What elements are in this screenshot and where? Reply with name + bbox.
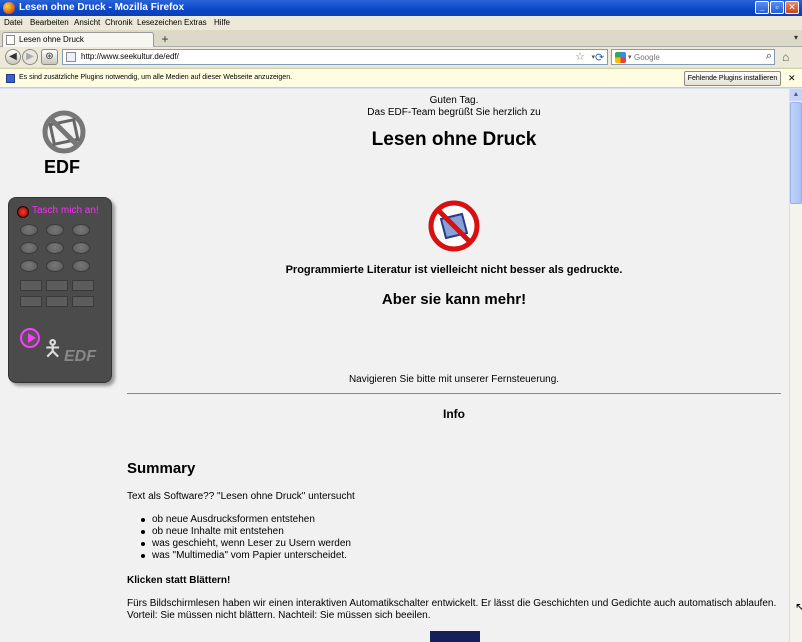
menu-bar: Datei Bearbeiten Ansicht Chronik Lesezei… xyxy=(0,16,802,30)
play-button[interactable] xyxy=(20,328,40,348)
greeting: Guten Tag. xyxy=(429,95,479,106)
divider xyxy=(127,393,781,394)
list-item: ob neue Inhalte mit entstehen xyxy=(140,526,351,538)
tab-label: Lesen ohne Druck xyxy=(19,35,84,44)
scroll-up-icon[interactable]: ▲ xyxy=(790,89,802,101)
menu-extras[interactable]: Extras xyxy=(184,18,207,27)
list-item: was "Multimedia" vom Papier unterscheide… xyxy=(140,550,351,562)
plugin-message: Es sind zusätzliche Plugins notwendig, u… xyxy=(19,74,293,81)
page-content: EDF Tasch mich an! 🯅 EDF Guten Tag. Das … xyxy=(0,89,789,642)
google-icon[interactable] xyxy=(615,52,626,63)
remote-square-key[interactable] xyxy=(20,280,42,291)
scroll-thumb[interactable] xyxy=(790,102,802,204)
plugin-notification-bar: Es sind zusätzliche Plugins notwendig, u… xyxy=(0,68,802,95)
close-notification-icon[interactable]: ✕ xyxy=(788,73,796,84)
lead-text: Programmierte Literatur ist vielleicht n… xyxy=(285,264,623,276)
welcome-text: Das EDF-Team begrüßt Sie herzlich zu xyxy=(367,107,541,118)
page-icon xyxy=(6,35,15,45)
back-button[interactable]: ◀ xyxy=(5,49,21,65)
no-print-icon xyxy=(428,200,480,252)
summary-heading: Summary xyxy=(127,460,196,477)
embedded-media[interactable] xyxy=(430,631,480,642)
url-bar[interactable]: http://www.seekultur.de/edf/ ☆ ▾ xyxy=(62,49,608,65)
title-bar: Lesen ohne Druck - Mozilla Firefox _ ▫ ✕ xyxy=(0,0,802,16)
remote-key[interactable] xyxy=(20,224,38,236)
search-input[interactable] xyxy=(634,51,754,63)
summary-intro: Text als Software?? "Lesen ohne Druck" u… xyxy=(127,491,355,502)
remote-key[interactable] xyxy=(46,224,64,236)
subheading: Aber sie kann mehr! xyxy=(381,291,527,308)
reload-icon[interactable]: ⟳ xyxy=(595,51,604,64)
plugin-icon xyxy=(6,74,15,83)
install-plugins-button[interactable]: Fehlende Plugins installieren ... xyxy=(684,71,781,95)
klicken-text-line-1: Fürs Bildschirmlesen haben wir einen int… xyxy=(127,598,777,609)
remote-square-key[interactable] xyxy=(46,296,68,307)
tab-strip: Lesen ohne Druck + ▾ xyxy=(0,30,802,47)
klicken-heading: Klicken statt Blättern! xyxy=(127,575,231,586)
remote-key[interactable] xyxy=(72,242,90,254)
bookmark-star-icon[interactable]: ☆ xyxy=(575,50,585,63)
info-heading: Info xyxy=(443,407,465,421)
menu-datei[interactable]: Datei xyxy=(4,18,23,27)
vertical-scrollbar[interactable]: ▲ xyxy=(789,89,802,642)
new-tab-button[interactable]: + xyxy=(158,33,172,46)
forward-button[interactable]: ▶ xyxy=(22,49,38,65)
list-item: ob neue Ausdrucksformen entstehen xyxy=(140,514,351,526)
power-led xyxy=(17,206,29,218)
klicken-text-line-2: Vorteil: Sie müssen nicht blättern. Nach… xyxy=(127,610,431,621)
menu-chronik[interactable]: Chronik xyxy=(105,18,133,27)
remote-key[interactable] xyxy=(46,242,64,254)
remote-key[interactable] xyxy=(20,260,38,272)
close-window-button[interactable]: ✕ xyxy=(785,1,799,14)
navigation-hint: Navigieren Sie bitte mit unserer Fernste… xyxy=(348,374,560,385)
window-title: Lesen ohne Druck - Mozilla Firefox xyxy=(19,2,185,13)
search-bar[interactable]: ▾ ⌕ xyxy=(611,49,775,65)
remote-key[interactable] xyxy=(20,242,38,254)
remote-square-key[interactable] xyxy=(20,296,42,307)
url-text[interactable]: http://www.seekultur.de/edf/ xyxy=(81,52,179,61)
history-dropdown-icon[interactable]: ⊛ xyxy=(41,49,58,65)
maximize-button[interactable]: ▫ xyxy=(770,1,784,14)
mouse-cursor-icon: ↖ xyxy=(795,600,802,614)
remote-logo: EDF xyxy=(64,348,96,365)
edf-logo-icon xyxy=(42,110,86,154)
remote-title: Tasch mich an! xyxy=(32,205,99,216)
edf-logo-text: EDF xyxy=(44,157,80,177)
remote-square-key[interactable] xyxy=(46,280,68,291)
remote-square-key[interactable] xyxy=(72,296,94,307)
stick-figure-icon: 🯅 xyxy=(43,336,63,361)
menu-ansicht[interactable]: Ansicht xyxy=(74,18,100,27)
search-engine-dropdown-icon[interactable]: ▾ xyxy=(628,53,632,61)
list-item: was geschieht, wenn Leser zu Usern werde… xyxy=(140,538,351,550)
page-title: Lesen ohne Druck xyxy=(371,129,537,150)
menu-hilfe[interactable]: Hilfe xyxy=(214,18,230,27)
remote-control[interactable]: Tasch mich an! 🯅 EDF xyxy=(8,197,112,383)
search-icon[interactable]: ⌕ xyxy=(766,50,772,63)
site-identity-icon[interactable] xyxy=(66,52,76,62)
summary-list: ob neue Ausdrucksformen entstehen ob neu… xyxy=(140,514,351,562)
home-icon[interactable]: ⌂ xyxy=(782,50,789,64)
remote-key[interactable] xyxy=(72,260,90,272)
remote-key[interactable] xyxy=(72,224,90,236)
firefox-icon xyxy=(3,2,15,14)
minimize-button[interactable]: _ xyxy=(755,1,769,14)
list-all-tabs-icon[interactable]: ▾ xyxy=(794,33,798,42)
navigation-bar: ◀ ▶ ⊛ http://www.seekultur.de/edf/ ☆ ▾ ⟳… xyxy=(0,47,802,67)
menu-lesezeichen[interactable]: Lesezeichen xyxy=(137,18,182,27)
tab-lesen-ohne-druck[interactable]: Lesen ohne Druck xyxy=(2,32,154,47)
menu-bearbeiten[interactable]: Bearbeiten xyxy=(30,18,69,27)
remote-key[interactable] xyxy=(46,260,64,272)
klicken-text: Fürs Bildschirmlesen haben wir einen int… xyxy=(127,598,787,622)
remote-square-key[interactable] xyxy=(72,280,94,291)
